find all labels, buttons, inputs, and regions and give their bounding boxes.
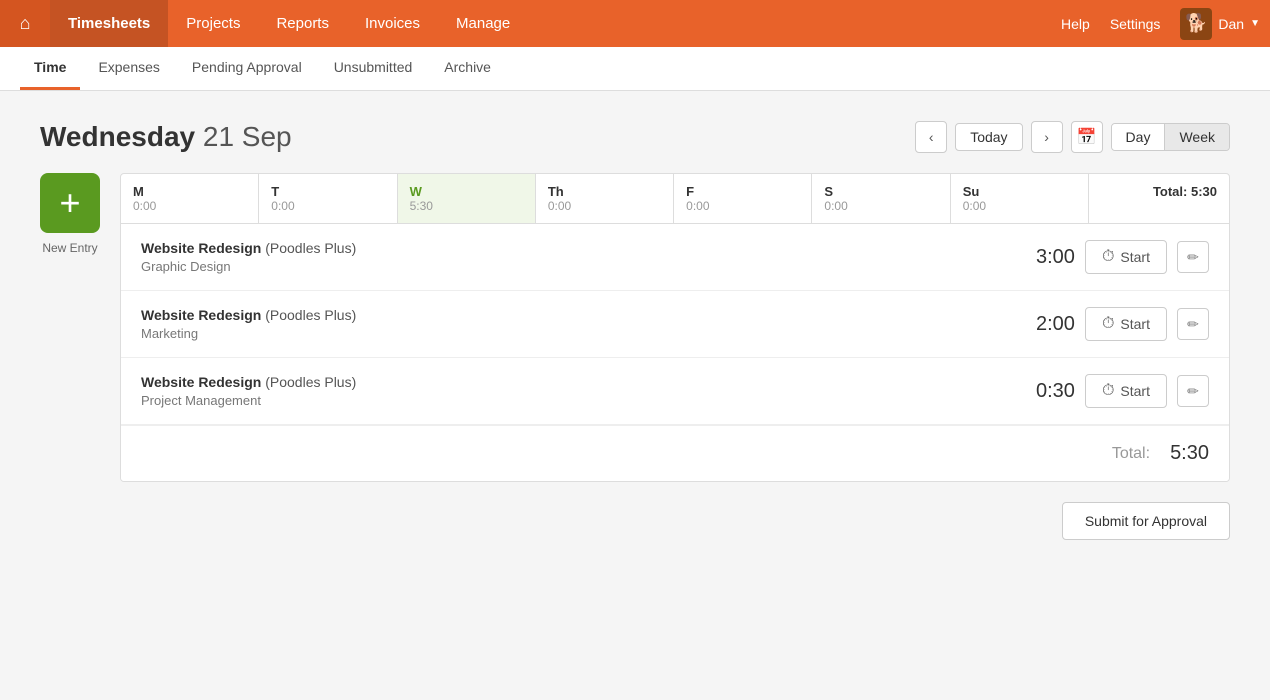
settings-link[interactable]: Settings: [1110, 16, 1161, 32]
total-label: Total:: [1112, 445, 1150, 463]
date-controls: ‹ Today › 📅 Day Week: [915, 121, 1230, 153]
table-row: Website Redesign (Poodles Plus) Marketin…: [121, 291, 1229, 358]
entry-right: 2:00 ⏱ Start ✏: [1015, 307, 1209, 341]
tab-archive[interactable]: Archive: [430, 59, 505, 90]
nav-item-manage[interactable]: Manage: [438, 0, 528, 47]
entry-task: Project Management: [141, 393, 1015, 408]
nav-item-reports[interactable]: Reports: [258, 0, 347, 47]
week-day-sat: S 0:00: [812, 174, 950, 223]
week-day-mon: M 0:00: [121, 174, 259, 223]
date-header: Wednesday 21 Sep ‹ Today › 📅 Day Week: [40, 121, 1230, 153]
home-icon: ⌂: [20, 13, 31, 34]
edit-button-0[interactable]: ✏: [1177, 241, 1209, 273]
clock-icon: ⏱: [1102, 248, 1114, 266]
nav-links: Timesheets Projects Reports Invoices Man…: [50, 0, 1061, 47]
entry-project: Website Redesign (Poodles Plus): [141, 307, 1015, 323]
week-view-button[interactable]: Week: [1165, 124, 1229, 150]
timesheet-table: M 0:00 T 0:00 W 5:30 Th 0:00 F 0:00: [120, 173, 1230, 482]
week-day-thu: Th 0:00: [536, 174, 674, 223]
chevron-down-icon: ▼: [1250, 18, 1260, 29]
entry-time: 2:00: [1015, 313, 1075, 336]
entry-time: 3:00: [1015, 246, 1075, 269]
top-nav: ⌂ Timesheets Projects Reports Invoices M…: [0, 0, 1270, 47]
timesheet-container: + New Entry M 0:00 T 0:00 W 5:30: [40, 173, 1230, 482]
edit-icon: ✏: [1187, 383, 1199, 400]
tab-pending-approval[interactable]: Pending Approval: [178, 59, 316, 90]
help-link[interactable]: Help: [1061, 16, 1090, 32]
sub-nav: Time Expenses Pending Approval Unsubmitt…: [0, 47, 1270, 91]
start-button-2[interactable]: ⏱ Start: [1085, 374, 1167, 408]
week-total: Total: 5:30: [1089, 174, 1229, 223]
today-button[interactable]: Today: [955, 123, 1022, 151]
entry-info: Website Redesign (Poodles Plus) Marketin…: [141, 307, 1015, 341]
edit-button-2[interactable]: ✏: [1177, 375, 1209, 407]
submit-area: Submit for Approval: [40, 502, 1230, 540]
home-button[interactable]: ⌂: [0, 0, 50, 47]
nav-right: Help Settings 🐕 Dan ▼: [1061, 8, 1270, 40]
entry-project: Website Redesign (Poodles Plus): [141, 240, 1015, 256]
nav-item-invoices[interactable]: Invoices: [347, 0, 438, 47]
entry-task: Marketing: [141, 326, 1015, 341]
new-entry-button[interactable]: + New Entry: [40, 173, 100, 255]
calendar-button[interactable]: 📅: [1071, 121, 1103, 153]
tab-expenses[interactable]: Expenses: [84, 59, 173, 90]
table-row: Website Redesign (Poodles Plus) Project …: [121, 358, 1229, 425]
edit-button-1[interactable]: ✏: [1177, 308, 1209, 340]
entry-info: Website Redesign (Poodles Plus) Graphic …: [141, 240, 1015, 274]
week-day-wed: W 5:30: [398, 174, 536, 223]
table-row: Website Redesign (Poodles Plus) Graphic …: [121, 224, 1229, 291]
prev-button[interactable]: ‹: [915, 121, 947, 153]
new-entry-icon: +: [40, 173, 100, 233]
edit-icon: ✏: [1187, 249, 1199, 266]
day-date: 21 Sep: [203, 121, 292, 152]
nav-item-projects[interactable]: Projects: [168, 0, 258, 47]
tab-unsubmitted[interactable]: Unsubmitted: [320, 59, 427, 90]
clock-icon: ⏱: [1102, 382, 1114, 400]
week-header: M 0:00 T 0:00 W 5:30 Th 0:00 F 0:00: [121, 174, 1229, 224]
day-name: Wednesday: [40, 121, 195, 152]
entry-task: Graphic Design: [141, 259, 1015, 274]
entry-right: 3:00 ⏱ Start ✏: [1015, 240, 1209, 274]
nav-item-timesheets[interactable]: Timesheets: [50, 0, 168, 47]
week-day-fri: F 0:00: [674, 174, 812, 223]
calendar-icon: 📅: [1077, 127, 1097, 147]
edit-icon: ✏: [1187, 316, 1199, 333]
user-menu[interactable]: 🐕 Dan ▼: [1180, 8, 1260, 40]
week-day-sun: Su 0:00: [951, 174, 1089, 223]
total-row: Total: 5:30: [121, 425, 1229, 481]
next-button[interactable]: ›: [1031, 121, 1063, 153]
date-title: Wednesday 21 Sep: [40, 121, 292, 153]
week-day-tue: T 0:00: [259, 174, 397, 223]
tab-time[interactable]: Time: [20, 59, 80, 90]
start-button-0[interactable]: ⏱ Start: [1085, 240, 1167, 274]
new-entry-label: New Entry: [42, 241, 97, 255]
start-button-1[interactable]: ⏱ Start: [1085, 307, 1167, 341]
avatar: 🐕: [1180, 8, 1212, 40]
user-name: Dan: [1218, 16, 1244, 32]
entry-right: 0:30 ⏱ Start ✏: [1015, 374, 1209, 408]
day-view-button[interactable]: Day: [1112, 124, 1166, 150]
main-content: Wednesday 21 Sep ‹ Today › 📅 Day Week: [0, 91, 1270, 700]
entry-time: 0:30: [1015, 380, 1075, 403]
view-toggle: Day Week: [1111, 123, 1230, 151]
entry-project: Website Redesign (Poodles Plus): [141, 374, 1015, 390]
submit-button[interactable]: Submit for Approval: [1062, 502, 1230, 540]
total-value: 5:30: [1170, 442, 1209, 465]
avatar-icon: 🐕: [1185, 13, 1207, 34]
entry-info: Website Redesign (Poodles Plus) Project …: [141, 374, 1015, 408]
clock-icon: ⏱: [1102, 315, 1114, 333]
